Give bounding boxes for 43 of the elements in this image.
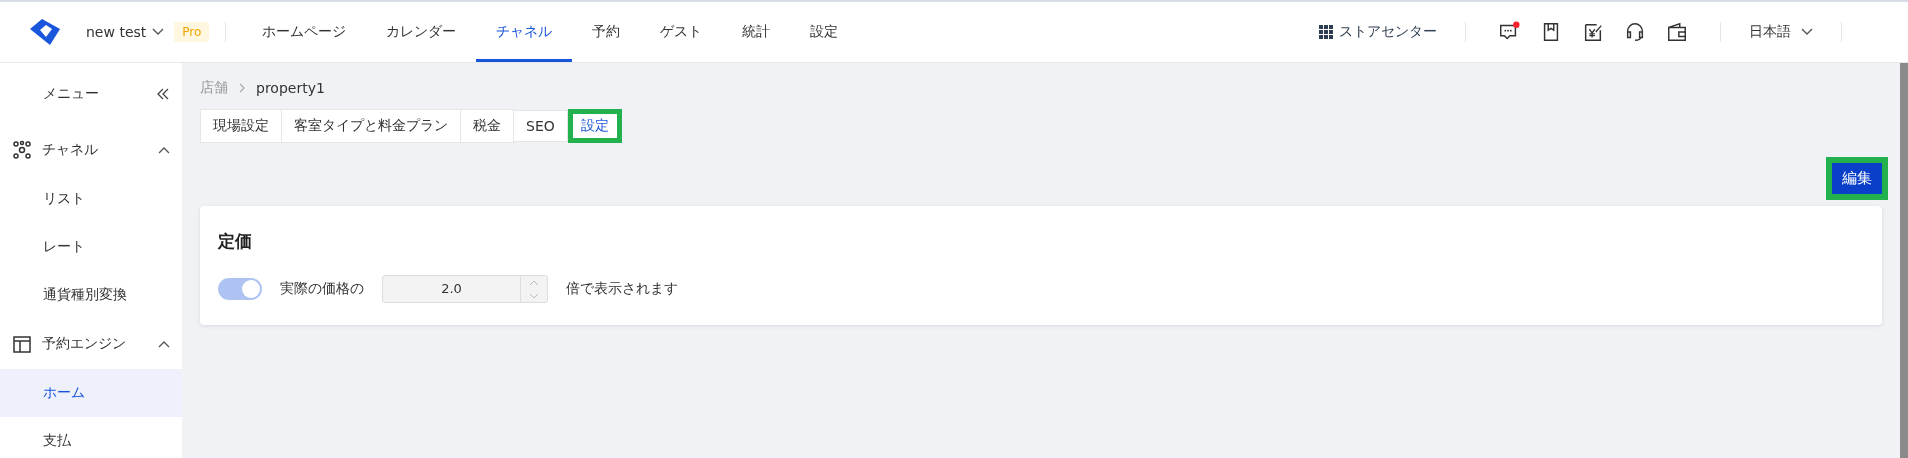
nav-tab[interactable]: 設定 <box>790 2 859 62</box>
step-down-icon <box>529 292 539 299</box>
nav-tab[interactable]: ホームページ <box>242 2 367 62</box>
grid-icon <box>1319 25 1333 39</box>
tab[interactable]: 税金 <box>460 109 514 143</box>
sidebar-item[interactable]: リスト <box>0 175 182 223</box>
sidebar-item[interactable]: レート <box>0 223 182 271</box>
scrollbar[interactable] <box>1900 63 1908 458</box>
chevron-up-icon <box>158 340 170 348</box>
wallet-icon[interactable] <box>1666 21 1688 43</box>
nav-tab[interactable]: カレンダー <box>366 2 477 62</box>
menu-title: メニュー <box>43 85 99 103</box>
headset-icon[interactable] <box>1624 21 1646 43</box>
nav-tab[interactable]: チャネル <box>476 2 573 62</box>
tab[interactable]: SEO <box>513 110 568 142</box>
language-selector[interactable]: 日本語 <box>1749 23 1813 41</box>
sidebar-group[interactable]: 予約エンジン <box>0 319 182 369</box>
breadcrumb-current: property1 <box>256 80 325 96</box>
nav-tab[interactable]: 予約 <box>572 2 641 62</box>
sidebar-item[interactable]: 通貨種別変換 <box>0 271 182 319</box>
sidebar-item[interactable]: 支払 <box>0 417 182 458</box>
chevron-right-icon <box>238 82 246 94</box>
tab[interactable]: 設定 <box>567 109 622 143</box>
invoice-icon[interactable] <box>1582 21 1604 43</box>
nodes-icon <box>12 140 32 160</box>
caret-icon <box>152 28 165 36</box>
caret-icon <box>1801 28 1813 36</box>
tab[interactable]: 現場設定 <box>200 109 282 143</box>
tab[interactable]: 客室タイプと料金プラン <box>281 109 461 143</box>
workspace-selector[interactable]: new test <box>86 24 165 40</box>
plan-badge: Pro <box>174 22 210 42</box>
nav-tab[interactable]: 統計 <box>722 2 791 62</box>
label-text: 倍で表示されます <box>566 280 678 298</box>
label-text: 実際の価格の <box>280 280 364 298</box>
layout-icon <box>12 334 32 354</box>
sidebar-item[interactable]: ホーム <box>0 369 182 417</box>
chevron-up-icon <box>158 146 170 154</box>
store-center-link[interactable]: ストアセンター <box>1319 23 1437 41</box>
sidebar-group[interactable]: チャネル <box>0 125 182 175</box>
card-title: 定価 <box>218 230 253 253</box>
nav-tab[interactable]: ゲスト <box>640 2 723 62</box>
step-up-icon <box>529 279 539 286</box>
collapse-icon[interactable] <box>156 87 170 101</box>
